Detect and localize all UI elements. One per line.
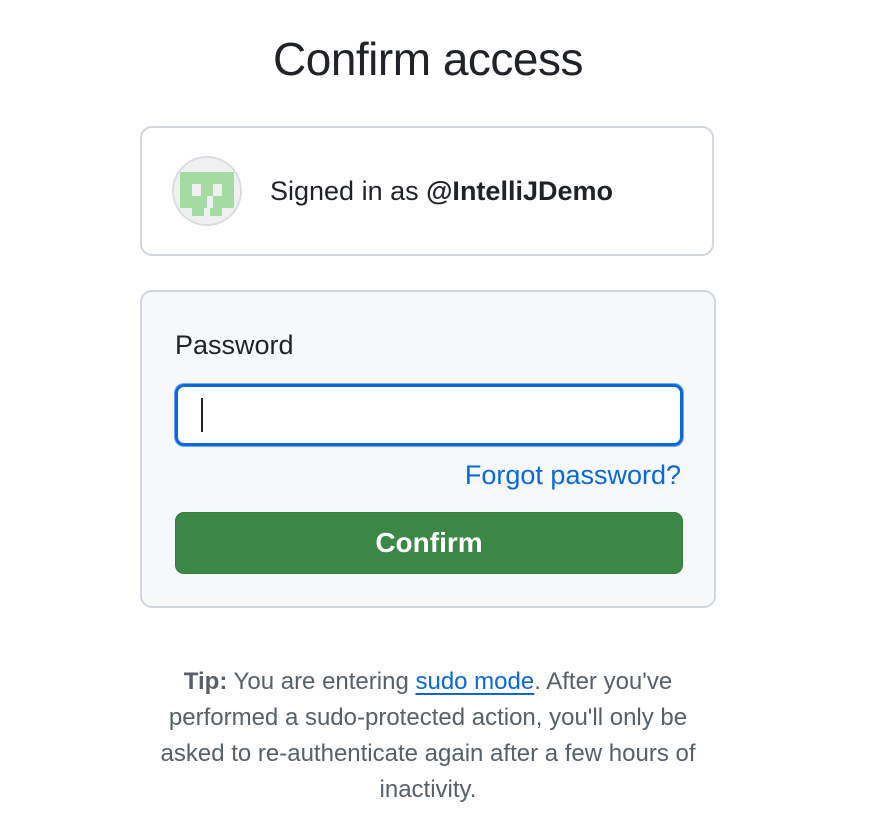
confirm-access-page: Confirm access Signed in as @IntelliJDem… <box>0 0 884 832</box>
signed-in-prefix: Signed in as <box>270 176 427 206</box>
forgot-password-link[interactable]: Forgot password? <box>465 460 681 491</box>
identicon-avatar-icon <box>174 158 240 224</box>
signed-in-text: Signed in as @IntelliJDemo <box>270 176 613 207</box>
password-form: Password Forgot password? Confirm <box>140 290 716 608</box>
password-label: Password <box>175 330 294 360</box>
password-input[interactable] <box>175 384 683 446</box>
tip-text-before: You are entering <box>227 668 416 695</box>
username: @IntelliJDemo <box>426 176 613 206</box>
tip-label: Tip: <box>183 668 228 695</box>
page-title: Confirm access <box>273 33 583 85</box>
confirm-button[interactable]: Confirm <box>175 512 683 574</box>
signed-in-card: Signed in as @IntelliJDemo <box>140 126 714 256</box>
text-caret <box>201 398 203 432</box>
sudo-tip: Tip: You are entering sudo mode. After y… <box>160 664 696 808</box>
sudo-mode-link[interactable]: sudo mode <box>415 668 534 695</box>
